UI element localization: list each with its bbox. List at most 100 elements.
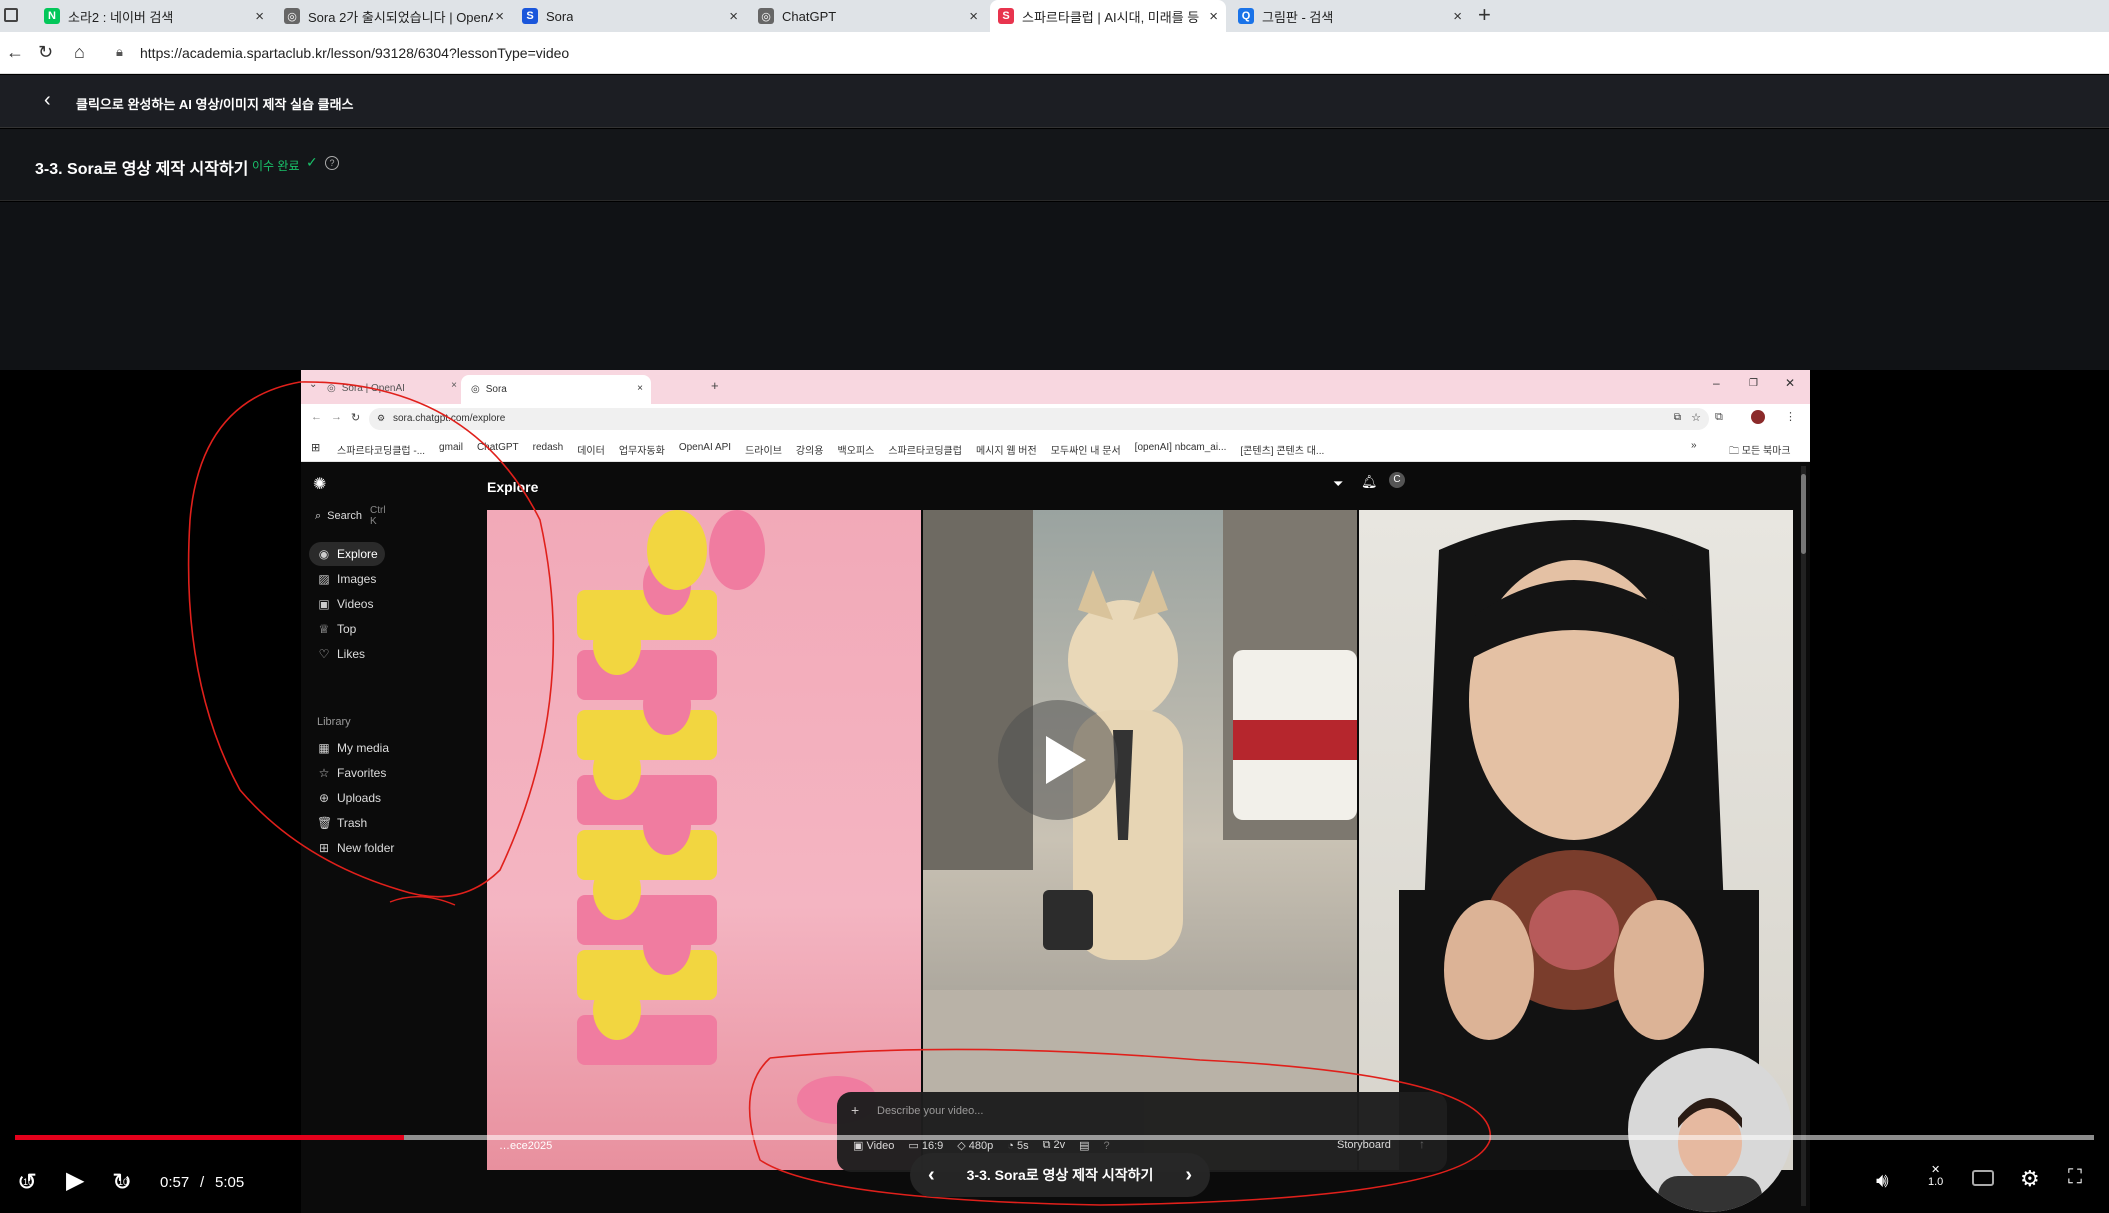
page-title: Explore xyxy=(487,479,539,495)
site-info-icon[interactable]: 🔒︎ xyxy=(116,44,123,60)
tab-title: 소라2 : 네이버 검색 xyxy=(68,9,174,25)
peep-bunny xyxy=(709,510,765,590)
close-tab-icon[interactable]: × xyxy=(969,8,978,25)
upload-icon: ⊕ xyxy=(318,791,330,805)
filter-icon: ⏷ xyxy=(1333,476,1344,491)
tab-3[interactable]: ◎ ChatGPT × xyxy=(750,0,986,32)
back-chevron-icon[interactable]: ‹ xyxy=(44,89,51,112)
progress-track[interactable] xyxy=(15,1135,2094,1140)
bookmark-item: 모두싸인 내 문서 xyxy=(1050,446,1121,457)
duration: 5:05 xyxy=(215,1174,245,1191)
page-spacer xyxy=(0,202,2109,370)
recorded-screen: ⌄ ◎ Sora | OpenAI × ◎ Sora × + – ❐ ✕ ← → ↻… xyxy=(301,370,1810,1213)
search-button: ⌕ Search Ctrl K xyxy=(315,505,386,527)
forward-10-button[interactable]: ↻ 10 xyxy=(112,1168,132,1197)
favicon-icon: ◎ xyxy=(758,8,774,24)
close-tab-icon[interactable]: × xyxy=(255,8,264,25)
openai-icon: ◎ xyxy=(471,384,480,395)
sidebar-item-label: Likes xyxy=(337,647,366,661)
url-text[interactable]: https://academia.spartaclub.kr/lesson/93… xyxy=(140,45,569,61)
playback-speed-button[interactable]: ✕ 1.0 xyxy=(1928,1164,1943,1188)
trash-icon: 🗑︎ xyxy=(317,816,333,830)
close-tab-icon[interactable]: × xyxy=(729,8,738,25)
heart-icon: ♡ xyxy=(318,647,330,661)
check-icon: ✓ xyxy=(306,154,318,170)
favicon-icon: Q xyxy=(1238,8,1254,24)
help-icon[interactable]: ? xyxy=(325,156,339,170)
tab-title: Sora xyxy=(546,8,574,24)
prompt-input: Describe your video... xyxy=(877,1105,984,1117)
tab-4[interactable]: S 스파르타클럽 | AI시대, 미래를 등 × xyxy=(990,0,1226,32)
bookmark-item: 강의용 xyxy=(795,446,824,457)
sidebar-item-label: Trash xyxy=(337,816,368,830)
avatar: C xyxy=(1389,472,1405,488)
tab-5[interactable]: Q 그림판 - 검색 × xyxy=(1230,0,1470,32)
profile-icon xyxy=(1751,410,1765,424)
site-settings-icon: ⚙ xyxy=(377,413,386,423)
tab-1[interactable]: ◎ Sora 2가 출시되었습니다 | OpenAI × xyxy=(276,0,512,32)
inner-url-box: ⚙ sora.chatgpt.com/explore ⧉ ☆ xyxy=(369,408,1709,430)
minimize-icon: – xyxy=(1713,376,1720,390)
sidebar-item-label: Videos xyxy=(337,597,374,611)
new-folder: ⊞ New folder xyxy=(318,841,395,855)
tab-2[interactable]: S Sora × xyxy=(514,0,746,32)
browser-tab-bar: N 소라2 : 네이버 검색 × ◎ Sora 2가 출시되었습니다 | OpenAI ×… xyxy=(0,0,2109,32)
sidebar-item-label: Images xyxy=(337,572,377,586)
inner-tab: ◎ Sora | OpenAI × xyxy=(327,380,457,394)
peeps-tower-image xyxy=(577,510,877,1124)
time-separator: / xyxy=(200,1174,205,1191)
video-thumbnail-peeps: …ece2025 xyxy=(487,510,921,1170)
extensions-icon: ⧉ xyxy=(1715,411,1723,423)
inner-tab-active: ◎ Sora × xyxy=(461,375,651,404)
tab-title: 스파르타클럽 | AI시대, 미래를 등 xyxy=(1022,9,1200,25)
home-icon[interactable]: ⌂ xyxy=(74,42,85,63)
reload-icon: ↻ xyxy=(351,412,361,424)
close-window-icon: ✕ xyxy=(1785,376,1796,390)
play-overlay-button xyxy=(998,700,1118,820)
captions-icon[interactable] xyxy=(1972,1170,1994,1186)
sidebar-item-top: ♕ Top xyxy=(309,617,357,641)
bookmark-item: [openAI] nbcam_ai... xyxy=(1134,442,1227,453)
bookmark-item: 스파르타코딩클럽 -... xyxy=(337,446,426,457)
folder-plus-icon: ⊞ xyxy=(318,841,330,855)
play-button[interactable]: ▶ xyxy=(66,1166,84,1195)
close-tab-icon[interactable]: × xyxy=(1209,8,1218,25)
fullscreen-icon[interactable]: ⛶ xyxy=(2068,1166,2082,1189)
favicon-icon: N xyxy=(44,8,60,24)
star-icon: ☆ xyxy=(318,766,330,780)
new-tab-button[interactable]: + xyxy=(1478,2,1491,28)
tab-search-icon: ⌄ xyxy=(309,379,318,390)
caption-bar: ‹ 3-3. Sora로 영상 제작 시작하기 › xyxy=(910,1153,1210,1197)
address-bar: ← ↻ ⌂ 🔒︎ https://academia.spartaclub.kr/… xyxy=(0,32,2109,74)
back-icon: ← xyxy=(311,411,322,423)
menu-icon: ⋮ xyxy=(1785,411,1796,423)
close-tab-icon[interactable]: × xyxy=(1453,8,1462,25)
settings-gear-icon[interactable]: ⚙ xyxy=(2020,1166,2040,1192)
bookmarks-bar: ⊞ 스파르타코딩클럽 -... gmail ChatGPT redash 데이터 업무자동… xyxy=(301,434,1810,462)
next-chevron-icon[interactable]: › xyxy=(1185,1164,1192,1187)
bookmark-item: 업무자동화 xyxy=(618,446,665,457)
favicon-icon: ◎ xyxy=(284,8,300,24)
sidebar-item-likes: ♡ Likes xyxy=(309,642,365,666)
close-tab-icon[interactable]: × xyxy=(495,8,504,25)
back-icon[interactable]: ← xyxy=(6,42,24,63)
search-icon: ⌕ xyxy=(315,509,322,522)
rewind-10-button[interactable]: ↺ 10 xyxy=(17,1168,37,1197)
bookmark-item: redash xyxy=(532,442,564,453)
sidebar-item-label: Explore xyxy=(337,547,378,561)
video-player[interactable]: ⌄ ◎ Sora | OpenAI × ◎ Sora × + – ❐ ✕ ← → ↻… xyxy=(0,370,2109,1213)
bookmark-item: 데이터 xyxy=(577,446,605,457)
course-title: 클릭으로 완성하는 AI 영상/이미지 제작 실습 클래스 xyxy=(76,97,354,112)
volume-icon[interactable]: 🔊︎ xyxy=(1876,1170,1889,1193)
player-controls: ↺ 10 ▶ ↻ 10 0:57 / 5:05 ‹ 3-3. Sora로 영상 제작… xyxy=(0,1130,2109,1213)
tab-0[interactable]: N 소라2 : 네이버 검색 × xyxy=(36,0,272,32)
reload-icon[interactable]: ↻ xyxy=(38,42,53,63)
openai-icon: ◎ xyxy=(327,382,336,394)
tab-list-icon[interactable] xyxy=(4,8,18,22)
close-icon: × xyxy=(637,383,643,394)
peep-bunny xyxy=(647,510,707,590)
dog-image xyxy=(923,510,1357,1170)
prev-chevron-icon[interactable]: ‹ xyxy=(928,1164,935,1187)
sidebar-item-label: Uploads xyxy=(337,791,382,805)
bookmark-item: gmail xyxy=(439,442,463,453)
